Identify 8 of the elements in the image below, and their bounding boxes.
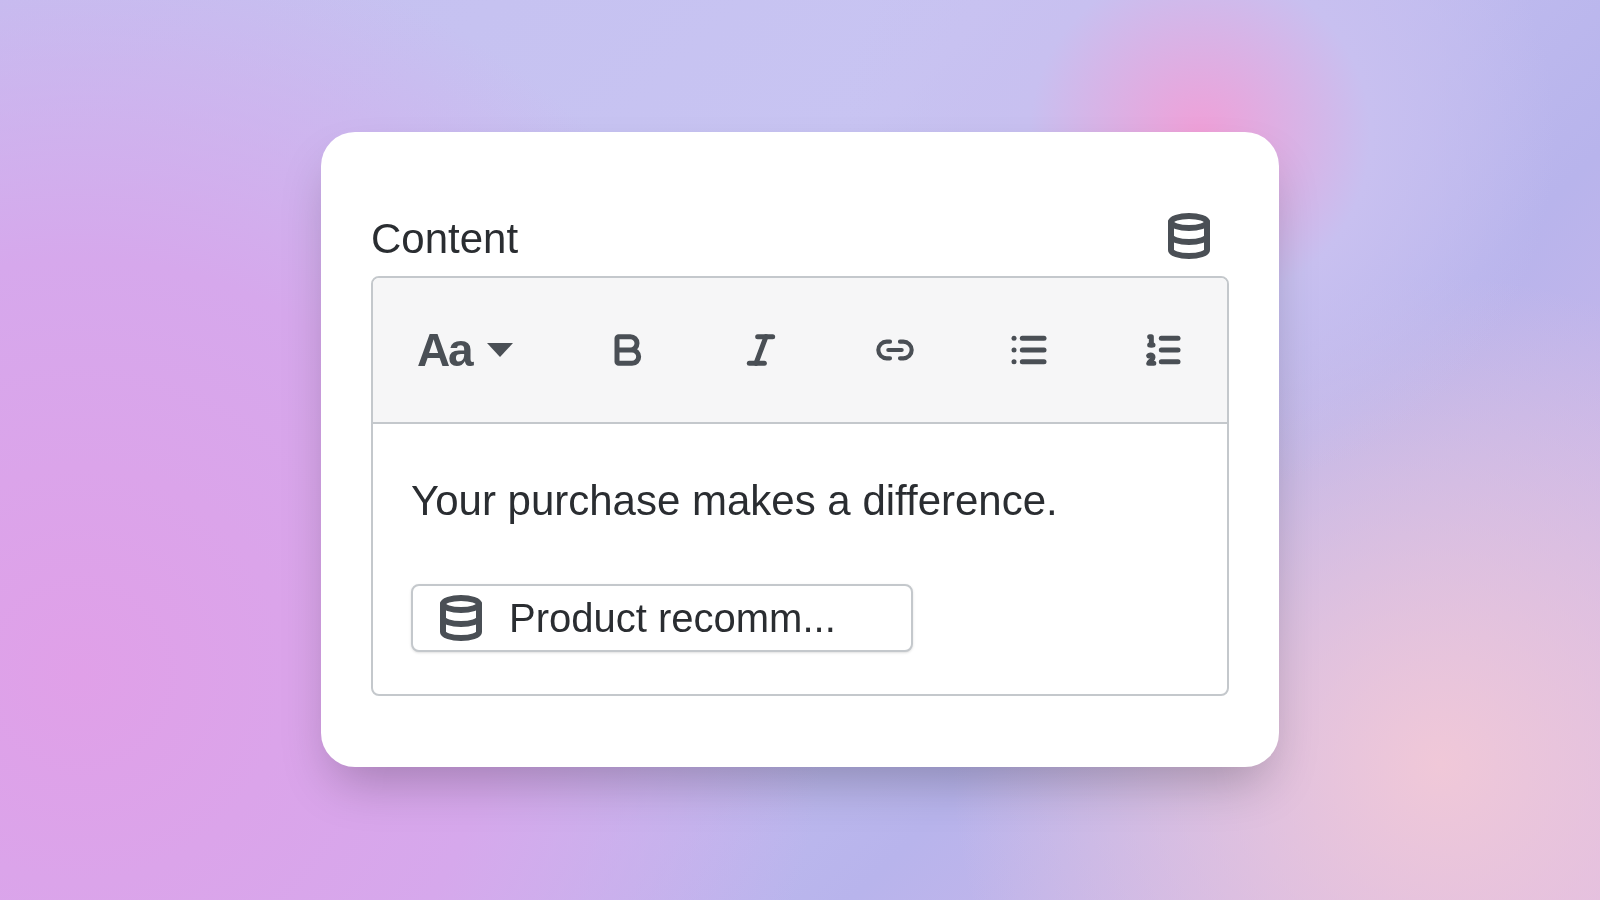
rich-text-editor[interactable]: Aa Your purchase makes a difference. Product recomm...	[371, 275, 1229, 696]
caret-icon	[487, 342, 514, 357]
editor-text: Your purchase makes a difference.	[411, 479, 1058, 522]
section-title: Content	[371, 217, 519, 260]
database-icon[interactable]	[1165, 211, 1213, 260]
font-style-dropdown[interactable]: Aa	[409, 318, 522, 381]
database-icon	[437, 593, 485, 642]
product-recommendation-chip[interactable]: Product recomm...	[411, 583, 913, 652]
